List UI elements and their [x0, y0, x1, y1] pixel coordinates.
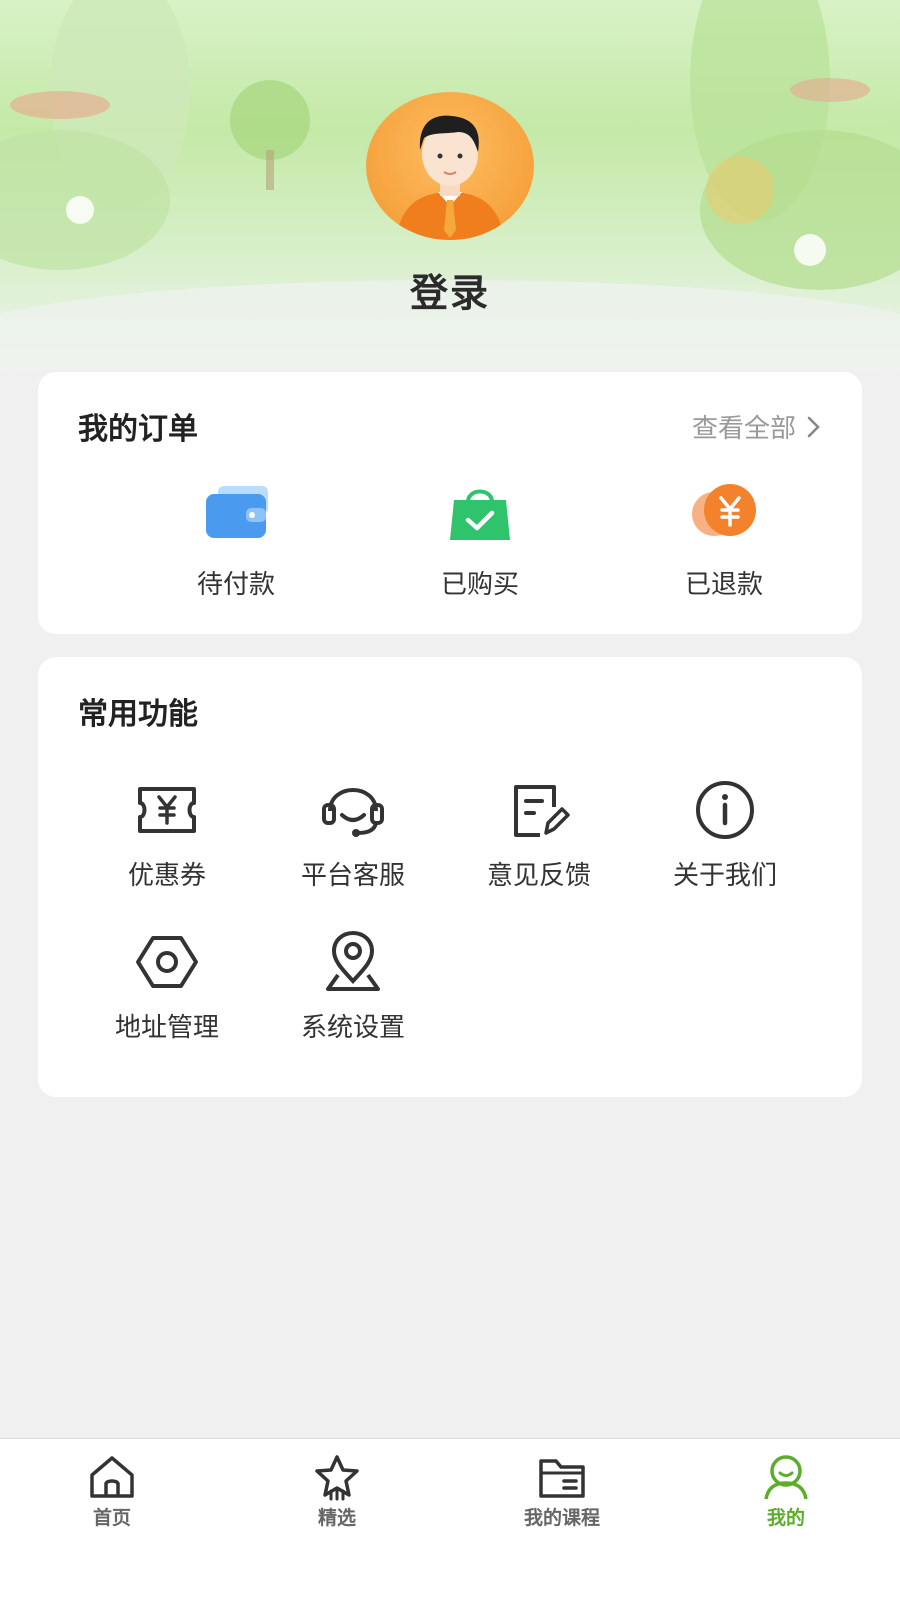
feature-customer-service[interactable]: 平台客服 [263, 777, 443, 892]
feature-about-us[interactable]: 关于我们 [635, 777, 815, 892]
wallet-icon [206, 486, 268, 538]
tab-label: 我的 [766, 1507, 805, 1529]
feature-label: 地址管理 [114, 1013, 219, 1043]
avatar[interactable] [366, 92, 534, 240]
shopping-bag-icon [450, 489, 510, 540]
order-item-label: 已购买 [440, 570, 519, 600]
bottom-tab-bar: 首页 精选 我的课程 我的 [0, 1438, 900, 1600]
order-item-label: 待付款 [196, 570, 275, 600]
order-refunded[interactable]: 已退款 [624, 480, 824, 601]
home-icon [90, 1456, 134, 1498]
feature-system-settings[interactable]: 系统设置 [263, 929, 443, 1044]
feature-label: 优惠券 [127, 861, 206, 891]
tab-featured[interactable]: 精选 [257, 1453, 417, 1530]
order-item-label: 已退款 [684, 570, 763, 600]
folder-icon [539, 1459, 585, 1498]
feature-label: 系统设置 [300, 1013, 405, 1043]
my-orders-card: 我的订单 查看全部 待付款 已购买 已退款 [38, 372, 862, 634]
star-icon [315, 1455, 359, 1501]
login-label[interactable]: 登录 [0, 262, 900, 317]
person-avatar-icon [396, 115, 504, 240]
order-pending-payment[interactable]: 待付款 [136, 480, 336, 601]
tab-label: 首页 [92, 1507, 131, 1529]
hexagon-nut-icon [136, 936, 198, 988]
see-all-orders-link[interactable]: 查看全部 [692, 408, 822, 445]
info-icon [696, 781, 754, 839]
feature-address-management[interactable]: 地址管理 [77, 929, 257, 1044]
refund-yuan-icon [692, 484, 756, 536]
tab-home[interactable]: 首页 [32, 1453, 192, 1530]
tab-my-courses[interactable]: 我的课程 [482, 1453, 642, 1530]
feature-coupon[interactable]: 优惠券 [77, 777, 257, 892]
feature-label: 意见反馈 [486, 861, 591, 891]
see-all-label: 查看全部 [691, 414, 796, 444]
feature-label: 平台客服 [300, 861, 405, 891]
feedback-icon [514, 785, 570, 837]
feature-feedback[interactable]: 意见反馈 [449, 777, 629, 892]
profile-header: 登录 [0, 0, 900, 370]
coupon-icon [138, 787, 196, 833]
tab-label: 我的课程 [523, 1507, 600, 1529]
user-icon [764, 1455, 808, 1500]
order-purchased[interactable]: 已购买 [380, 480, 580, 601]
tab-mine[interactable]: 我的 [706, 1453, 866, 1530]
features-title: 常用功能 [78, 697, 198, 732]
location-pin-icon [326, 930, 380, 991]
headset-icon [322, 788, 384, 837]
common-features-card: 常用功能 优惠券 平台客服 意见反馈 关于我们 地址管理 系统设置 [38, 657, 862, 1097]
tab-label: 精选 [317, 1507, 356, 1529]
chevron-right-icon [807, 416, 820, 437]
feature-label: 关于我们 [672, 861, 777, 891]
orders-title: 我的订单 [78, 412, 198, 447]
